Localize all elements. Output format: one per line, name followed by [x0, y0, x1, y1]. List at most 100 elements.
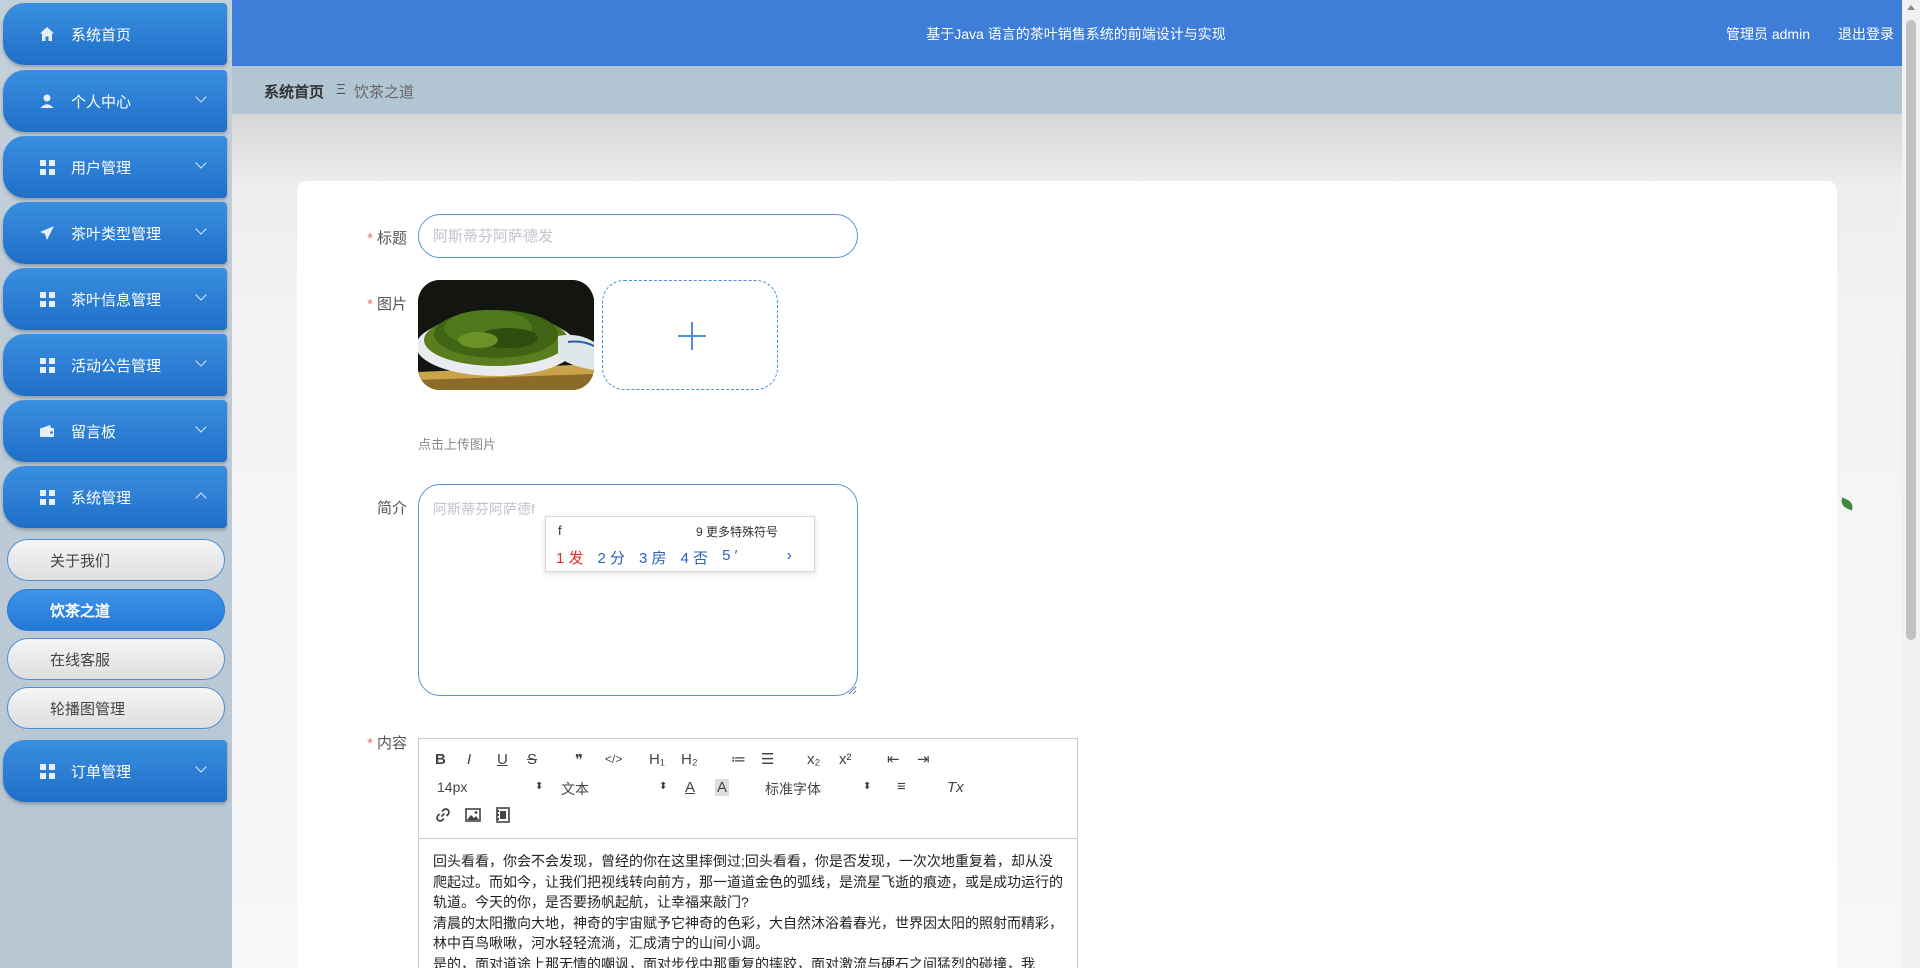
required-mark: * — [367, 735, 373, 752]
content-label-text: 内容 — [376, 735, 407, 752]
block-type-select[interactable]: 文本 ⬍ — [561, 779, 667, 799]
updown-icon: ⬍ — [659, 781, 668, 792]
upload-hint: 点击上传图片 — [418, 437, 497, 452]
editor-content[interactable]: 回头看看，你会不会发现，曾经的你在这里摔倒过;回头看看，你是否发现，一次次地重复… — [433, 851, 1063, 968]
sidebar-item-label: 留言板 — [71, 423, 117, 441]
chevron-down-icon — [195, 223, 207, 235]
h1-button[interactable]: H₁ — [649, 751, 665, 768]
sidebar-item-tea-types[interactable]: 茶叶类型管理 — [3, 202, 227, 264]
block-type-value: 文本 — [561, 781, 589, 797]
sidebar-subitem-online-service[interactable]: 在线客服 — [7, 638, 225, 680]
sidebar-item-label: 订单管理 — [71, 763, 132, 781]
ime-more-symbols[interactable]: 9 更多特殊符号 — [696, 523, 778, 540]
sidebar-item-messages[interactable]: 留言板 — [3, 400, 227, 462]
user-icon — [37, 91, 57, 111]
ime-candidate[interactable]: 2 分 — [598, 547, 626, 568]
sidebar-item-label: 用户管理 — [71, 159, 132, 177]
ime-candidate[interactable]: 4 否 — [681, 547, 709, 568]
ordered-list-button[interactable]: ≔ — [731, 750, 746, 768]
sidebar-subitem-about[interactable]: 关于我们 — [7, 539, 225, 581]
ime-candidate-list: 1 发 2 分 3 房 4 否 5 ′ — [556, 547, 737, 568]
wallet-icon — [37, 421, 57, 441]
ime-candidate[interactable]: 1 发 — [556, 547, 584, 568]
superscript-button[interactable]: x² — [839, 751, 852, 768]
sidebar-item-users[interactable]: 用户管理 — [3, 136, 227, 198]
code-button[interactable]: </> — [605, 752, 622, 766]
editor-toolbar: B I U S ❞ </> H₁ H₂ ≔ ☰ x₂ x² ⇤ ⇥ 14px ⬍… — [419, 739, 1077, 839]
link-icon[interactable] — [435, 807, 451, 827]
intro-label-text: 简介 — [376, 500, 407, 517]
ink-brush-decoration — [232, 114, 1902, 184]
ime-candidate-popup: f 9 更多特殊符号 1 发 2 分 3 房 4 否 5 ′ › — [545, 516, 815, 572]
grid-icon — [37, 289, 57, 309]
breadcrumb-separator: Ξ — [336, 81, 346, 98]
background-color-button[interactable]: A — [715, 779, 730, 796]
italic-button[interactable]: I — [467, 751, 471, 768]
paper-plane-icon — [37, 223, 57, 243]
video-icon[interactable] — [495, 807, 511, 827]
underline-button[interactable]: U — [497, 751, 508, 768]
chevron-up-icon — [195, 492, 207, 504]
upload-image-button[interactable] — [602, 280, 778, 390]
chevron-down-icon — [195, 421, 207, 433]
grid-icon — [37, 761, 57, 781]
top-header: 基于Java 语言的茶叶销售系统的前端设计与实现 管理员 admin 退出登录 — [232, 0, 1920, 66]
content-label: * 内容 — [317, 732, 407, 753]
indent-button[interactable]: ⇥ — [917, 750, 930, 768]
scrollbar-thumb[interactable] — [1906, 20, 1916, 640]
font-color-button[interactable]: A — [685, 779, 695, 796]
font-size-value: 14px — [437, 779, 468, 795]
logout-link[interactable]: 退出登录 — [1838, 24, 1894, 44]
required-mark: * — [367, 296, 373, 313]
sidebar-item-system[interactable]: 系统管理 — [3, 466, 227, 528]
align-button[interactable]: ≡ — [897, 778, 906, 795]
font-family-value: 标准字体 — [765, 781, 821, 797]
grid-icon — [37, 487, 57, 507]
bold-button[interactable]: B — [435, 751, 446, 768]
breadcrumb: 系统首页 Ξ 饮茶之道 — [232, 66, 1920, 114]
sidebar-subitem-carousel[interactable]: 轮播图管理 — [7, 687, 225, 729]
plus-icon — [691, 322, 693, 350]
sidebar-item-home[interactable]: 系统首页 — [3, 3, 227, 65]
intro-label: 简介 — [317, 497, 407, 518]
font-size-select[interactable]: 14px ⬍ — [437, 779, 543, 795]
uploaded-tea-image[interactable] — [418, 280, 594, 390]
outdent-button[interactable]: ⇤ — [887, 750, 900, 768]
sidebar: 系统首页 个人中心 用户管理 茶叶类型管理 茶叶信息管理 活动公告管理 留言板 … — [0, 0, 232, 968]
rich-text-editor: B I U S ❞ </> H₁ H₂ ≔ ☰ x₂ x² ⇤ ⇥ 14px ⬍… — [418, 738, 1078, 968]
chevron-down-icon — [195, 91, 207, 103]
ime-candidate[interactable]: 3 房 — [639, 547, 667, 568]
current-user: 管理员 admin — [1725, 26, 1810, 42]
strike-button[interactable]: S — [527, 751, 537, 768]
editor-paragraph: 回头看看，你会不会发现，曾经的你在这里摔倒过;回头看看，你是否发现，一次次地重复… — [433, 853, 1063, 910]
chevron-down-icon — [195, 761, 207, 773]
quote-button[interactable]: ❞ — [575, 751, 583, 769]
bullet-list-button[interactable]: ☰ — [761, 750, 774, 768]
h2-button[interactable]: H₂ — [681, 751, 698, 768]
sidebar-item-label: 活动公告管理 — [71, 357, 162, 375]
ime-candidate[interactable]: 5 ′ — [722, 547, 737, 568]
image-label: * 图片 — [317, 293, 407, 314]
ime-next-page-icon[interactable]: › — [787, 547, 792, 565]
font-family-select[interactable]: 标准字体 ⬍ — [765, 779, 871, 799]
sidebar-subitem-tea-way[interactable]: 饮茶之道 — [7, 589, 225, 631]
page-scrollbar[interactable] — [1902, 0, 1920, 968]
sidebar-item-announcements[interactable]: 活动公告管理 — [3, 334, 227, 396]
grid-icon — [37, 355, 57, 375]
subscript-button[interactable]: x₂ — [807, 751, 820, 768]
sidebar-item-label: 系统首页 — [71, 26, 132, 44]
sidebar-item-orders[interactable]: 订单管理 — [3, 740, 227, 802]
sidebar-subitem-label: 在线客服 — [50, 651, 111, 669]
image-icon[interactable] — [465, 807, 481, 827]
sidebar-subitem-label: 轮播图管理 — [50, 700, 126, 718]
chevron-down-icon — [195, 355, 207, 367]
app-title: 基于Java 语言的茶叶销售系统的前端设计与实现 — [926, 26, 1226, 42]
breadcrumb-home[interactable]: 系统首页 — [264, 81, 324, 102]
sidebar-item-profile[interactable]: 个人中心 — [3, 70, 227, 132]
sidebar-item-label: 茶叶信息管理 — [71, 291, 162, 309]
clear-format-button[interactable]: Tx — [947, 779, 964, 796]
editor-paragraph: 是的，面对道途上那无情的嘲讽，面对步伐中那重复的摔跤，面对激流与硬石之间猛烈的碰… — [433, 955, 1035, 968]
scroll-up-icon[interactable] — [1907, 5, 1915, 10]
sidebar-item-tea-info[interactable]: 茶叶信息管理 — [3, 268, 227, 330]
title-input[interactable] — [418, 214, 858, 258]
